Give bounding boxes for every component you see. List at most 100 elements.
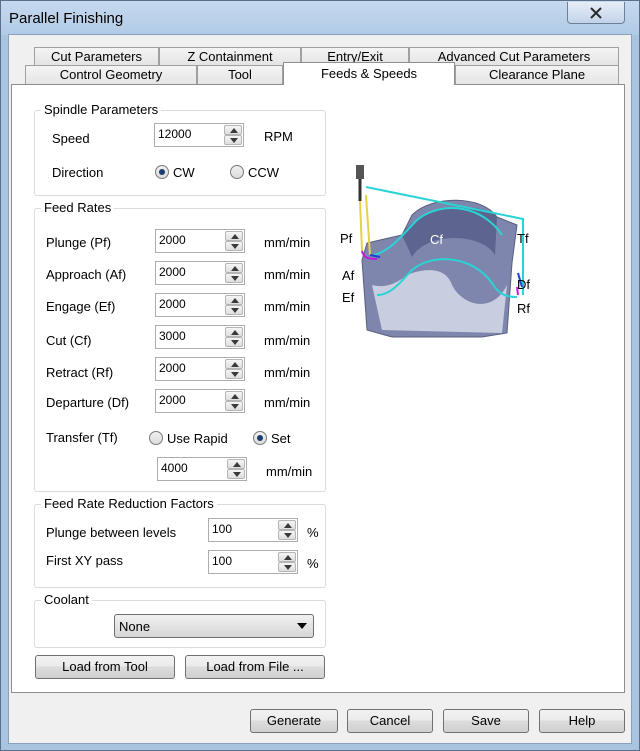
feed-rates-title: Feed Rates [41,200,115,215]
percent-unit-label: % [307,556,319,571]
chevron-down-icon [297,623,307,629]
spindle-parameters-group: Spindle Parameters Speed 12000 RPM Direc… [34,102,326,196]
spin-up-button[interactable] [224,125,242,135]
triangle-down-icon [233,472,241,477]
spin-up-button[interactable] [225,263,243,273]
plunge-feed-spinbox[interactable]: 2000 [155,229,245,253]
load-from-tool-button[interactable]: Load from Tool [35,655,175,679]
triangle-down-icon [230,138,238,143]
spin-up-button[interactable] [278,520,296,530]
retract-label: Retract (Rf) [46,365,114,380]
triangle-down-icon [231,340,239,345]
plunge-between-levels-label: Plunge between levels [46,525,177,540]
spin-up-button[interactable] [278,552,296,562]
spin-up-button[interactable] [227,459,245,469]
plunge-reduction-spinbox[interactable]: 100 [208,518,298,542]
feed-unit-label: mm/min [264,235,311,250]
title-bar[interactable]: Parallel Finishing [1,1,639,35]
triangle-up-icon [231,234,239,239]
tab-cut-parameters[interactable]: Cut Parameters [34,47,159,65]
departure-feed-spinbox[interactable]: 2000 [155,389,245,413]
tab-control-geometry[interactable]: Control Geometry [25,65,197,85]
triangle-down-icon [231,404,239,409]
retract-feed-spinbox[interactable]: 2000 [155,357,245,381]
feed-unit-label: mm/min [264,333,311,348]
use-rapid-label: Use Rapid [167,431,228,446]
use-rapid-radio[interactable] [149,431,163,445]
cancel-button[interactable]: Cancel [347,709,433,733]
spin-up-button[interactable] [225,295,243,305]
spin-up-button[interactable] [225,327,243,337]
tab-tool[interactable]: Tool [197,65,283,85]
coolant-title: Coolant [41,592,92,607]
load-from-file-button[interactable]: Load from File ... [185,655,325,679]
triangle-up-icon [231,266,239,271]
feed-reduction-title: Feed Rate Reduction Factors [41,496,217,511]
triangle-up-icon [284,555,292,560]
engage-label: Engage (Ef) [46,299,116,314]
ccw-radio[interactable] [230,165,244,179]
plunge-path [359,200,363,252]
triangle-up-icon [284,523,292,528]
approach-label: Approach (Af) [46,267,127,282]
feed-rates-group: Feed Rates Plunge (Pf) 2000 mm/min Appro… [34,200,326,492]
tab-clearance-plane[interactable]: Clearance Plane [455,65,619,85]
transfer-feed-spinbox[interactable]: 4000 [157,457,247,481]
spin-up-button[interactable] [225,391,243,401]
cw-radio[interactable] [155,165,169,179]
coolant-select[interactable]: None [114,614,314,638]
percent-unit-label: % [307,525,319,540]
first-xy-reduction-spinbox[interactable]: 100 [208,550,298,574]
triangle-down-icon [231,308,239,313]
spin-down-button[interactable] [227,469,245,479]
speed-unit-label: RPM [264,129,293,144]
save-button[interactable]: Save [443,709,529,733]
feed-unit-label: mm/min [264,395,311,410]
diagram-label-ef: Ef [342,290,355,305]
close-button[interactable] [567,2,625,24]
spin-down-button[interactable] [224,135,242,145]
spin-down-button[interactable] [225,241,243,251]
speed-spinbox[interactable]: 12000 [154,123,244,147]
help-button[interactable]: Help [539,709,625,733]
tab-feeds-speeds[interactable]: Feeds & Speeds [283,62,455,85]
spin-down-button[interactable] [278,530,296,540]
feed-unit-label: mm/min [264,267,311,282]
feed-rate-diagram [356,165,524,338]
spin-down-button[interactable] [225,369,243,379]
dialog-window: Parallel Finishing Cut Parameters Z Cont… [0,0,640,751]
triangle-down-icon [284,533,292,538]
triangle-up-icon [231,362,239,367]
spin-down-button[interactable] [225,337,243,347]
triangle-down-icon [284,565,292,570]
cut-label: Cut (Cf) [46,333,92,348]
tab-z-containment[interactable]: Z Containment [159,47,301,65]
direction-label: Direction [52,165,104,180]
feeds-speeds-panel: Spindle Parameters Speed 12000 RPM Direc… [11,84,625,693]
cut-feed-spinbox[interactable]: 3000 [155,325,245,349]
spin-up-button[interactable] [225,359,243,369]
generate-button[interactable]: Generate [250,709,338,733]
set-radio[interactable] [253,431,267,445]
spin-down-button[interactable] [225,273,243,283]
spin-down-button[interactable] [225,305,243,315]
plunge-label: Plunge (Pf) [46,235,112,250]
diagram-label-pf: Pf [340,231,353,246]
spin-up-button[interactable] [225,231,243,241]
diagram-label-af: Af [342,268,355,283]
coolant-group: Coolant None [34,592,326,648]
set-label: Set [271,431,291,446]
triangle-up-icon [233,462,241,467]
approach-feed-spinbox[interactable]: 2000 [155,261,245,285]
diagram-label-cf: Cf [430,232,443,247]
coolant-selected-value: None [119,619,151,634]
spin-down-button[interactable] [225,401,243,411]
engage-feed-spinbox[interactable]: 2000 [155,293,245,317]
feed-unit-label: mm/min [266,464,313,479]
departure-label: Departure (Df) [46,395,130,410]
spin-down-button[interactable] [278,562,296,572]
feed-unit-label: mm/min [264,299,311,314]
triangle-up-icon [231,298,239,303]
feed-reduction-group: Feed Rate Reduction Factors Plunge betwe… [34,496,326,588]
diagram-label-tf: Tf [517,231,529,246]
